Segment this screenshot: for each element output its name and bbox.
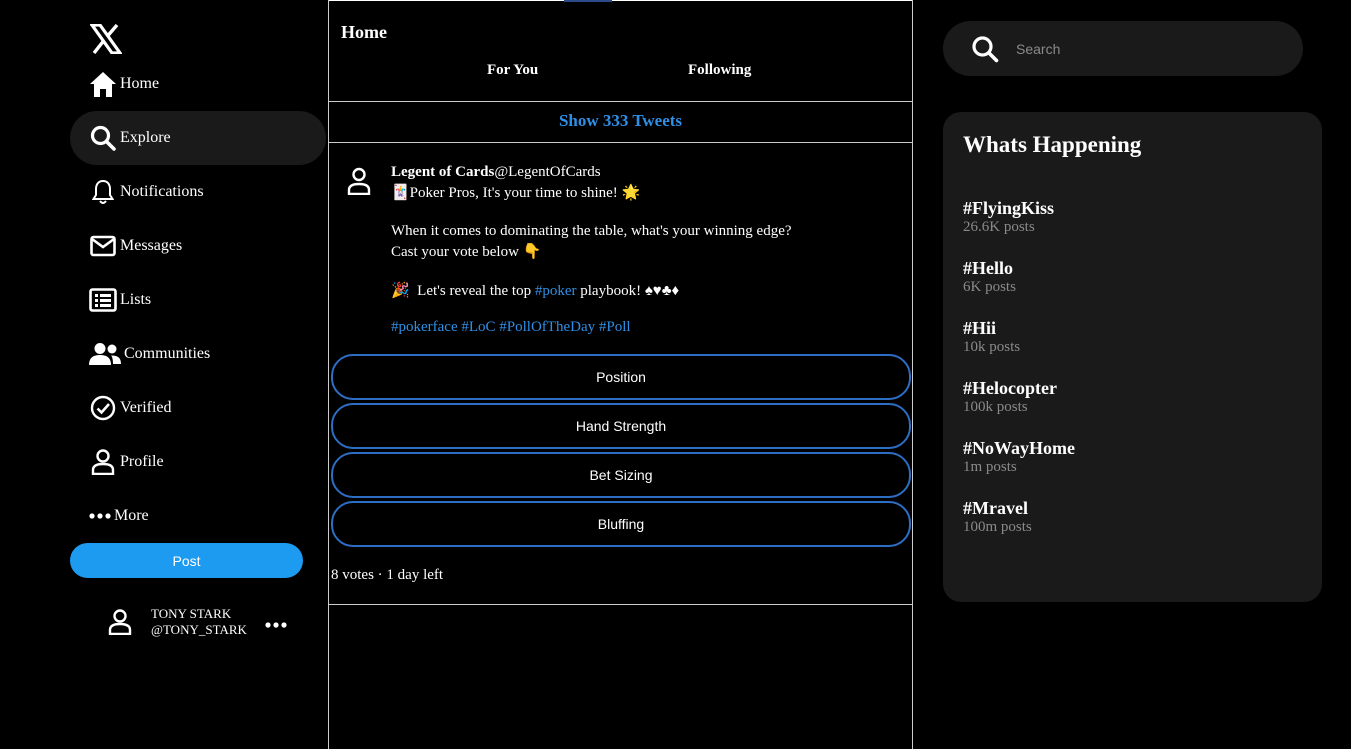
trend-tag: #Hii	[963, 318, 997, 338]
check-circle-icon	[88, 393, 118, 423]
post-button[interactable]: Post	[70, 543, 303, 578]
avatar	[105, 607, 135, 637]
tweet-line: 🃏Poker Pros, It's your time to shine! 🌟	[391, 185, 641, 201]
nav-label-profile: Profile	[120, 453, 164, 470]
top-border	[329, 0, 912, 1]
search-icon	[88, 123, 118, 153]
trend-tag: #Helocopter	[963, 378, 1057, 398]
nav-item-messages[interactable]: Messages	[70, 219, 326, 273]
trend-item[interactable]: #FlyingKiss 26.6K posts	[963, 198, 1054, 237]
poll-option-hand-strength[interactable]: Hand Strength	[331, 403, 911, 449]
search-icon	[971, 35, 999, 63]
account-more-icon[interactable]	[265, 610, 287, 634]
search-bar[interactable]	[943, 21, 1303, 76]
trend-tag: #NoWayHome	[963, 438, 1075, 458]
user-icon	[88, 447, 118, 477]
account-names: TONY STARK @TONY_STARK	[151, 606, 247, 638]
nav-label-verified: Verified	[120, 399, 172, 416]
tweet-text: 🎉 Let's reveal the top	[391, 283, 535, 299]
left-sidebar: Home Explore Notifications Messages List…	[0, 0, 328, 749]
page-title: Home	[341, 22, 387, 42]
tweet-header: Legent of Cards@LegentOfCards	[391, 162, 891, 183]
tweet-line: Cast your vote below 👇	[391, 244, 542, 260]
hashtag-links[interactable]: #pokerface #LoC #PollOfTheDay #Poll	[391, 317, 891, 338]
nav-item-communities[interactable]: Communities	[70, 327, 326, 381]
more-dots-icon	[88, 501, 112, 531]
trend-item[interactable]: #Helocopter 100k posts	[963, 378, 1057, 417]
show-new-tweets-link[interactable]: Show 333 Tweets	[329, 111, 912, 131]
list-icon	[88, 285, 118, 315]
divider	[329, 604, 912, 605]
tweet-author-avatar-icon[interactable]	[347, 167, 375, 197]
trend-tag: #FlyingKiss	[963, 198, 1055, 218]
tweet-author-handle[interactable]: @LegentOfCards	[494, 164, 600, 180]
x-logo-icon[interactable]	[88, 23, 124, 55]
envelope-icon	[88, 231, 118, 261]
trend-item[interactable]: #Hii 10k posts	[963, 318, 1020, 357]
home-icon	[88, 69, 118, 99]
people-icon	[88, 339, 122, 369]
trend-count: 1m posts	[963, 459, 1017, 475]
nav-label-messages: Messages	[120, 237, 183, 254]
top-accent	[564, 0, 612, 2]
nav-label-explore: Explore	[120, 129, 171, 146]
nav-item-more[interactable]: More	[70, 489, 326, 543]
trend-count: 6K posts	[963, 279, 1016, 295]
tweet-author-name[interactable]: Legent of Cards	[391, 164, 494, 180]
trend-tag: #Mravel	[963, 498, 1028, 518]
nav-label-communities: Communities	[124, 345, 211, 362]
trend-tag: #Hello	[963, 258, 1013, 278]
nav-item-verified[interactable]: Verified	[70, 381, 326, 435]
trends-title: Whats Happening	[963, 132, 1142, 157]
nav-item-lists[interactable]: Lists	[70, 273, 326, 327]
nav-label-notifications: Notifications	[120, 183, 204, 200]
nav-label-home: Home	[120, 75, 160, 92]
divider	[329, 101, 912, 102]
search-input[interactable]	[1016, 40, 1266, 57]
nav-item-explore[interactable]: Explore	[70, 111, 326, 165]
account-handle: @TONY_STARK	[151, 622, 247, 637]
tab-for-you[interactable]: For You	[487, 62, 538, 79]
main-feed: Home For You Following Show 333 Tweets L…	[328, 0, 913, 749]
bell-icon	[88, 177, 118, 207]
trend-item[interactable]: #NoWayHome 1m posts	[963, 438, 1075, 477]
tab-following[interactable]: Following	[688, 62, 751, 79]
poll-meta: 8 votes · 1 day left	[331, 567, 444, 583]
poll-option-bet-sizing[interactable]: Bet Sizing	[331, 452, 911, 498]
trend-item[interactable]: #Mravel 100m posts	[963, 498, 1032, 537]
account-switcher[interactable]: TONY STARK @TONY_STARK	[105, 600, 305, 644]
trend-count: 100m posts	[963, 519, 1032, 535]
divider	[329, 142, 912, 143]
hashtag-link[interactable]: #poker	[535, 283, 577, 299]
tweet-text: playbook! ♠♥♣♦	[576, 283, 680, 299]
nav-item-notifications[interactable]: Notifications	[70, 165, 326, 219]
trend-count: 100k posts	[963, 399, 1028, 415]
trend-count: 10k posts	[963, 339, 1021, 355]
nav-label-more: More	[114, 507, 149, 524]
poll-option-bluffing[interactable]: Bluffing	[331, 501, 911, 547]
poll-option-position[interactable]: Position	[331, 354, 911, 400]
nav-label-lists: Lists	[120, 291, 152, 308]
nav-item-home[interactable]: Home	[70, 57, 326, 111]
whats-happening-panel: Whats Happening #FlyingKiss 26.6K posts …	[943, 112, 1322, 602]
account-name: TONY STARK	[151, 606, 232, 621]
tweet-line: 🎉 Let's reveal the top #poker playbook! …	[391, 281, 891, 302]
tweet-line: When it comes to dominating the table, w…	[391, 223, 792, 239]
trend-item[interactable]: #Hello 6K posts	[963, 258, 1016, 297]
tweet: Legent of Cards@LegentOfCards 🃏Poker Pro…	[391, 162, 891, 338]
nav-item-profile[interactable]: Profile	[70, 435, 326, 489]
trend-count: 26.6K posts	[963, 219, 1035, 235]
